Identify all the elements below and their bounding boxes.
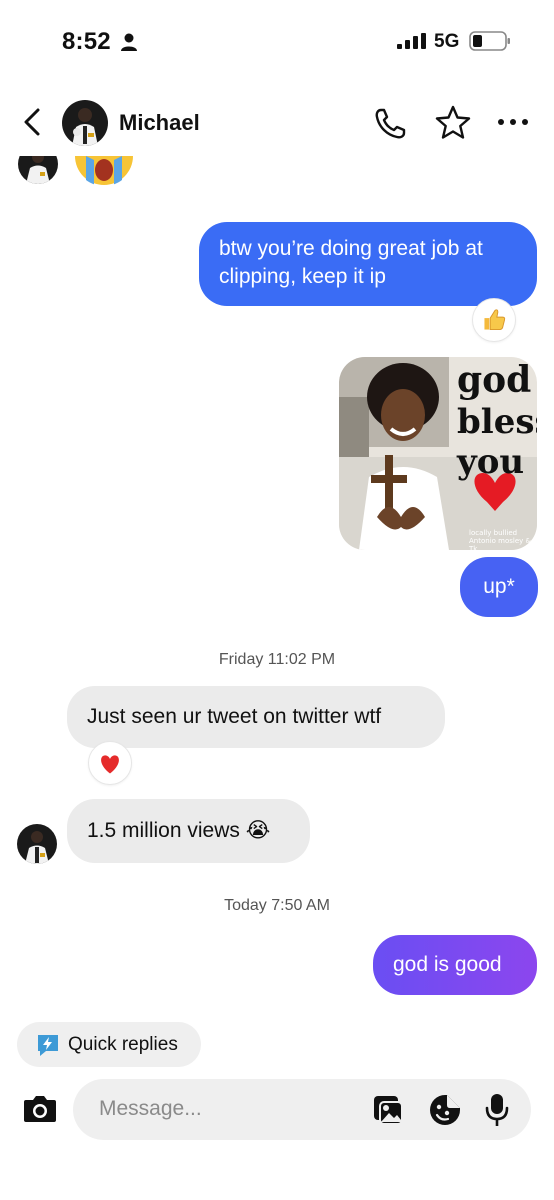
thumbs-up-reaction[interactable] (472, 298, 516, 342)
back-chevron-icon[interactable] (18, 106, 46, 138)
microphone-icon[interactable] (484, 1092, 510, 1128)
outgoing-message[interactable]: up* (460, 557, 538, 617)
crying-emoji-icon (74, 156, 134, 186)
gallery-icon[interactable] (371, 1093, 405, 1127)
phone-icon[interactable] (372, 106, 408, 142)
timestamp: Friday 11:02 PM (218, 651, 336, 668)
image-message[interactable]: god bless you locally bullied Antonio mo… (339, 357, 537, 550)
message-input[interactable]: Message... (99, 1097, 202, 1121)
person-icon (121, 33, 137, 51)
chat-header: Michael (0, 90, 554, 156)
status-time: 8:52 (62, 28, 111, 55)
message-composer[interactable]: Message... (73, 1079, 531, 1140)
star-icon[interactable] (434, 104, 472, 142)
heart-reaction[interactable] (88, 741, 132, 785)
more-icon[interactable] (496, 112, 530, 132)
avatar[interactable] (62, 100, 108, 146)
message-list[interactable]: btw you’re doing great job at clipping, … (0, 156, 554, 1016)
battery-icon (469, 31, 510, 51)
incoming-message[interactable]: 1.5 million views 😭 (67, 799, 310, 863)
signal-icon (397, 33, 426, 49)
image-caption: god (457, 359, 532, 401)
avatar (18, 156, 58, 184)
camera-icon[interactable] (22, 1092, 58, 1126)
sticker-icon[interactable] (428, 1093, 462, 1127)
heart-icon (101, 755, 119, 774)
outgoing-message[interactable]: btw you’re doing great job at clipping, … (199, 222, 537, 306)
image-caption: bless (457, 402, 537, 442)
image-watermark: locally bullied (469, 529, 518, 537)
quick-replies-label: Quick replies (68, 1034, 178, 1055)
lightning-bubble-icon (38, 1035, 58, 1056)
avatar[interactable] (17, 824, 57, 864)
timestamp: Today 7:50 AM (224, 897, 330, 914)
status-bar: 8:52 5G (0, 0, 554, 80)
incoming-message[interactable]: Just seen ur tweet on twitter wtf (67, 686, 445, 748)
thumbs-up-icon (484, 309, 506, 331)
contact-name[interactable]: Michael (119, 110, 200, 136)
image-caption: you (457, 442, 525, 482)
network-label: 5G (434, 31, 460, 52)
quick-replies-button[interactable]: Quick replies (17, 1022, 201, 1067)
image-watermark: Antonio mosley & Tk (469, 537, 531, 550)
outgoing-message[interactable]: god is good (373, 935, 537, 995)
